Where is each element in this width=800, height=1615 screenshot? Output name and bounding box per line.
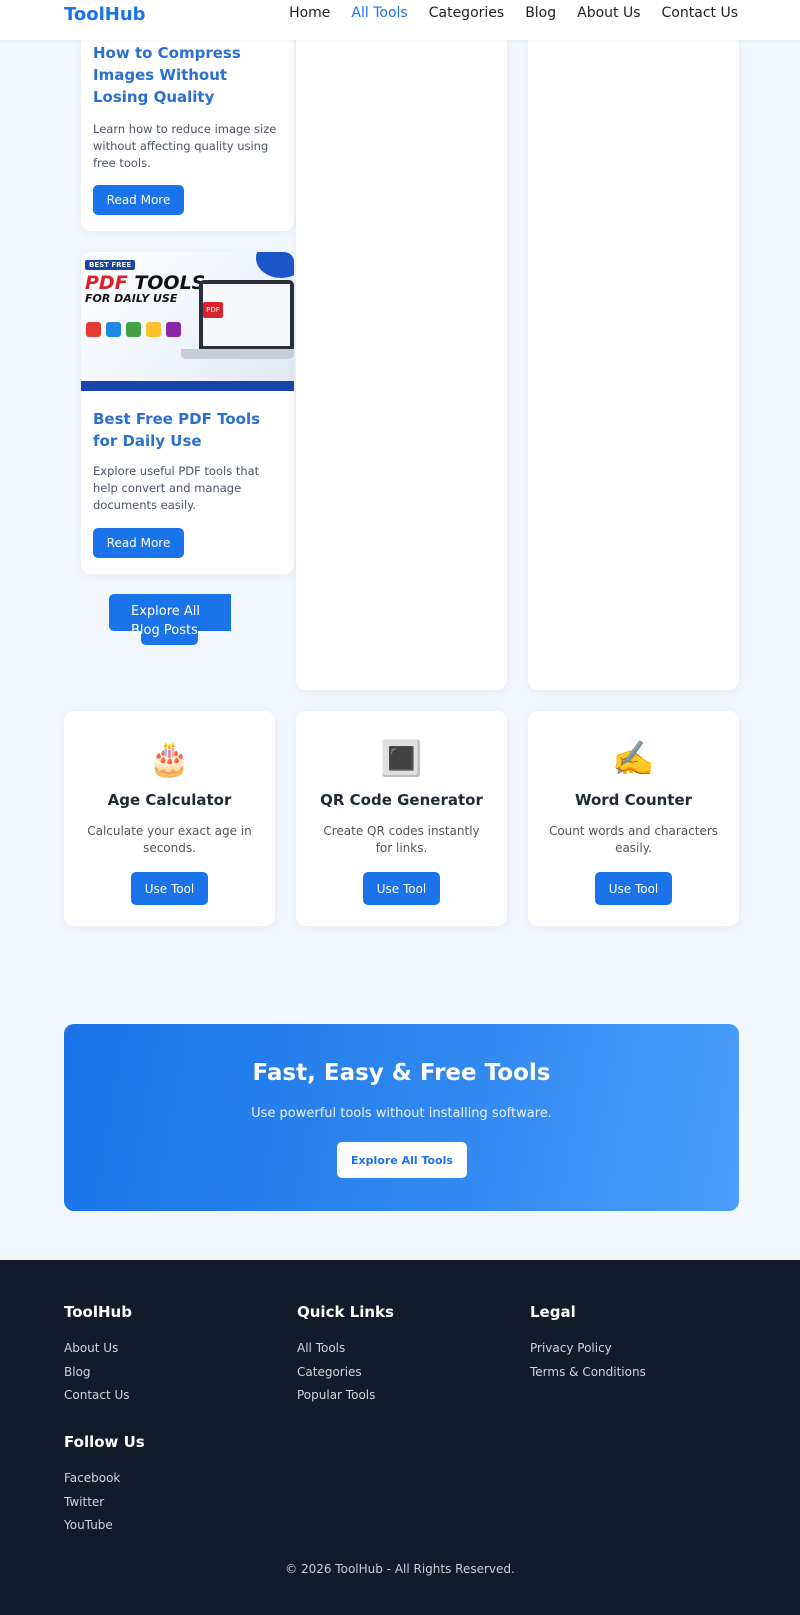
use-tool-button[interactable]: Use Tool [131,872,208,905]
tool-description: Create QR codes instantly for links. [323,824,480,855]
nav-contact-us[interactable]: Contact Us [662,5,738,21]
footer-link-blog[interactable]: Blog [64,1361,132,1385]
nav-blog[interactable]: Blog [525,5,556,21]
nav-about-us[interactable]: About Us [577,5,640,21]
copyright-text: © 2026 ToolHub - All Rights Reserved. [285,1562,515,1576]
explore-blog-button-label: Explore All Blog Posts [131,604,201,638]
site-header: ToolHub Home All Tools Categories Blog A… [0,0,800,40]
footer-column-toolhub: ToolHub About Us Blog Contact Us [64,1303,132,1408]
main-nav: Home All Tools Categories Blog About Us … [268,5,738,21]
footer-heading: Quick Links [297,1303,394,1321]
tool-card-word-counter: ✍️ Word Counter Count words and characte… [528,711,739,926]
thumbnail-headline-dark: TOOLS [134,272,206,294]
footer-heading: Legal [530,1303,576,1321]
birthday-cake-icon: 🎂 [148,739,191,779]
thumbnail-decoration [256,252,294,278]
tool-description: Calculate your exact age in seconds. [87,824,252,855]
footer-link-all-tools[interactable]: All Tools [297,1337,394,1361]
footer-column-follow-us: Follow Us Facebook Twitter YouTube [64,1433,145,1538]
tool-description: Count words and characters easily. [548,824,719,855]
nav-all-tools[interactable]: All Tools [351,5,407,21]
footer-link-popular-tools[interactable]: Popular Tools [297,1384,394,1408]
site-footer: ToolHub About Us Blog Contact Us Quick L… [0,1260,800,1615]
empty-card [528,38,739,690]
tool-name: Age Calculator [107,791,232,809]
tool-name: Word Counter [574,791,693,809]
tool-name: QR Code Generator [320,791,483,809]
thumbnail-headline-red: PDF [85,272,128,294]
footer-link-terms[interactable]: Terms & Conditions [530,1361,646,1385]
thumbnail-badge: BEST FREE [85,260,136,270]
pdf-tool-icon [146,322,161,337]
blog-card-title[interactable]: Best Free PDF Tools for Daily Use [93,408,283,452]
footer-link-privacy-policy[interactable]: Privacy Policy [530,1337,646,1361]
footer-column-quick-links: Quick Links All Tools Categories Popular… [297,1303,394,1408]
pdf-tool-icon [166,322,181,337]
read-more-button[interactable]: Read More [93,528,184,558]
blog-card-thumbnail[interactable]: BEST FREE PDF TOOLS FOR DAILY USE PDF [81,252,294,391]
nav-home[interactable]: Home [289,5,330,21]
thumbnail-subline: FOR DAILY USE [85,292,178,305]
thumbnail-tool-icons [86,322,181,337]
qr-square-icon: 🔳 [380,739,423,779]
pdf-tool-icon [86,322,101,337]
footer-link-youtube[interactable]: YouTube [64,1514,145,1538]
blog-card: BEST FREE PDF TOOLS FOR DAILY USE PDF Be… [81,252,294,574]
cta-subtitle: Use powerful tools without installing so… [251,1106,552,1121]
pdf-document-icon: PDF [203,302,223,318]
footer-link-categories[interactable]: Categories [297,1361,394,1385]
cta-banner: Fast, Easy & Free Tools Use powerful too… [64,1024,739,1211]
tool-card-age-calculator: 🎂 Age Calculator Calculate your exact ag… [64,711,275,926]
cta-title: Fast, Easy & Free Tools [252,1060,551,1086]
pdf-tool-icon [126,322,141,337]
tool-card-qr-code-generator: 🔳 QR Code Generator Create QR codes inst… [296,711,507,926]
laptop-base [181,349,294,359]
footer-heading: Follow Us [64,1433,145,1451]
site-logo[interactable]: ToolHub [64,4,146,25]
empty-card [296,38,507,690]
footer-link-facebook[interactable]: Facebook [64,1467,145,1491]
nav-categories[interactable]: Categories [429,5,504,21]
footer-link-twitter[interactable]: Twitter [64,1491,145,1515]
use-tool-button[interactable]: Use Tool [595,872,672,905]
footer-link-contact-us[interactable]: Contact Us [64,1384,132,1408]
pdf-tool-icon [106,322,121,337]
writing-hand-icon: ✍️ [612,739,655,779]
footer-link-about-us[interactable]: About Us [64,1337,132,1361]
thumbnail-headline: PDF TOOLS [85,272,205,294]
explore-all-tools-button[interactable]: Explore All Tools [337,1142,467,1178]
use-tool-button[interactable]: Use Tool [363,872,440,905]
thumbnail-footer-bar [81,381,294,391]
footer-heading: ToolHub [64,1303,132,1321]
read-more-button[interactable]: Read More [93,185,184,215]
blog-card-description: Explore useful PDF tools that help conve… [93,464,260,512]
explore-blog-button[interactable]: Explore All Blog Posts [109,594,231,650]
footer-column-legal: Legal Privacy Policy Terms & Conditions [530,1303,646,1384]
blog-card-description: Learn how to reduce image size without a… [93,122,277,170]
blog-card-title[interactable]: How to Compress Images Without Losing Qu… [93,42,283,108]
blog-card: How to Compress Images Without Losing Qu… [81,20,294,231]
